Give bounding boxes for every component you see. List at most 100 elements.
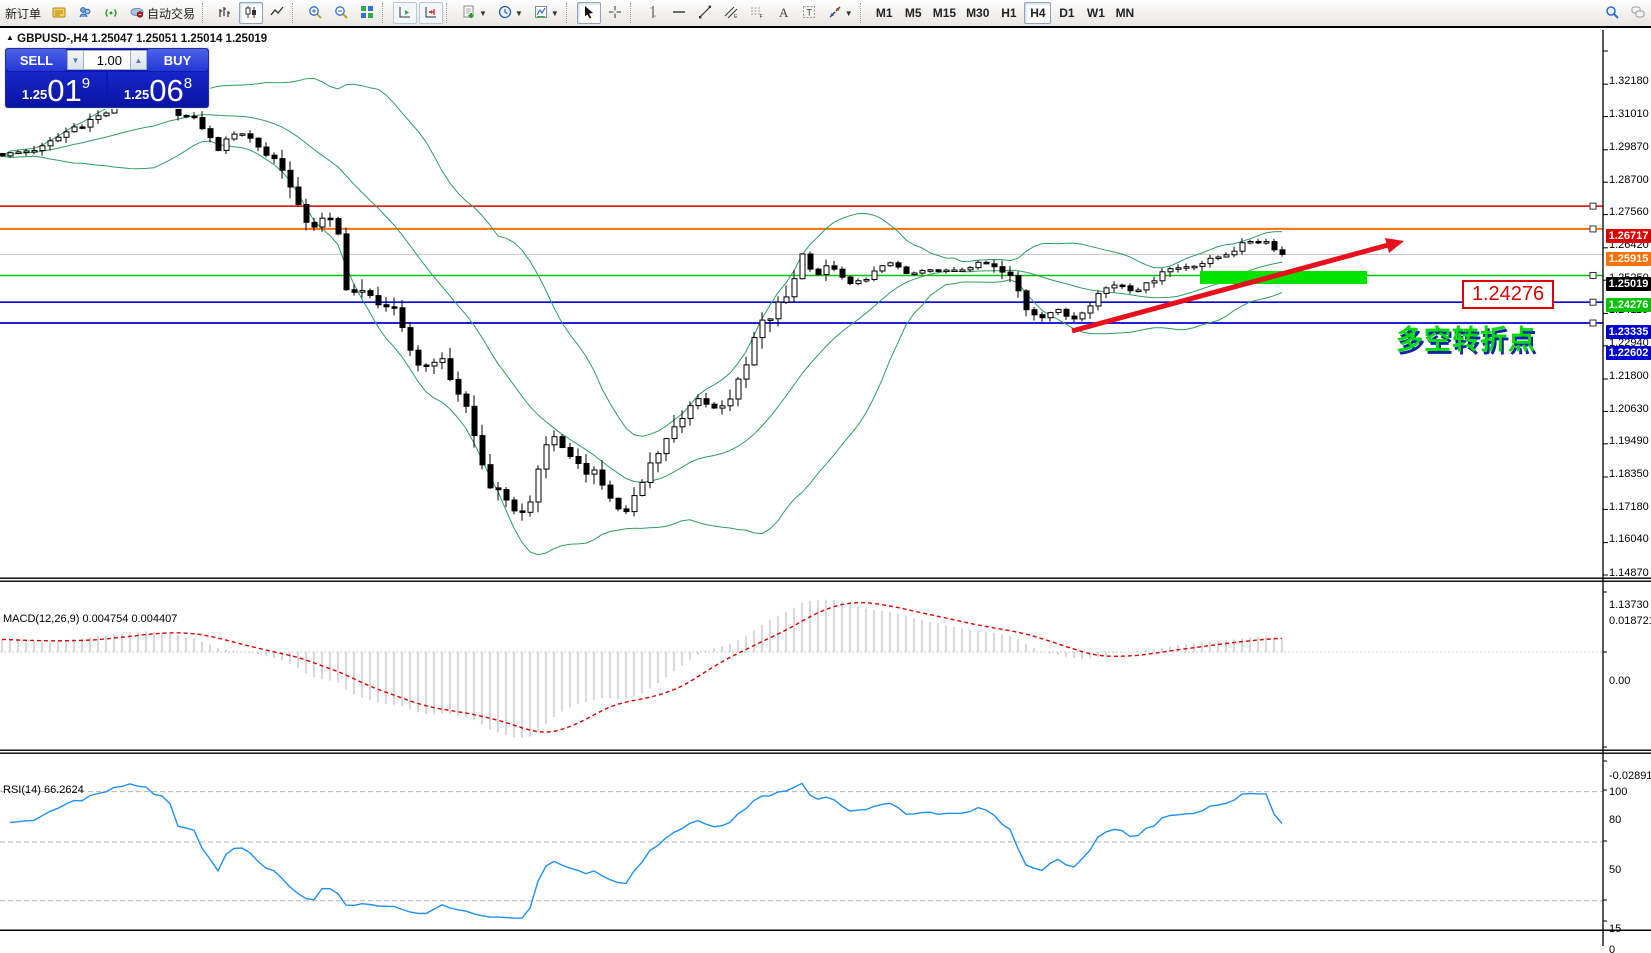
price-tick: 1.29870 [1609,141,1649,153]
svg-text:F: F [759,14,763,20]
timeframe-m30[interactable]: M30 [962,2,993,24]
macd-scale-top: 0.018721 [1609,615,1651,627]
signals-icon[interactable] [99,2,123,24]
fibonacci-button[interactable]: F [745,2,769,24]
turning-point-annotation[interactable]: 多空转折点 [1396,318,1536,357]
collapse-triangle-icon[interactable]: ▲ [6,33,14,42]
timeframe-mn[interactable]: MN [1111,2,1138,24]
line-handle [1590,299,1596,305]
trend-arrow-line[interactable] [1072,245,1390,332]
rsi-line [10,783,1282,918]
auto-trading-button[interactable]: 自动交易 [125,2,199,24]
price-level-badge: 1.25915 [1606,252,1651,266]
volume-increase-button[interactable]: ▲ [130,50,147,70]
periods-button[interactable]: ▼ [493,2,527,24]
bar-chart-button[interactable] [213,2,237,24]
timeframe-h4[interactable]: H4 [1024,2,1051,24]
price-tick: 1.28700 [1609,174,1649,186]
price-tick: 1.32180 [1609,75,1649,87]
timeframe-d1[interactable]: D1 [1053,2,1080,24]
search-button[interactable] [1600,2,1624,24]
rsi-scale-tick: 15 [1609,923,1621,935]
chart-profile-icon[interactable] [47,2,71,24]
dropdown-caret-icon[interactable]: ▼ [551,9,559,18]
dropdown-caret-icon[interactable]: ▼ [515,9,523,18]
timeframe-mn-label: MN [1116,6,1135,20]
cursor-button[interactable] [577,2,601,24]
line-chart-icon [269,4,285,23]
text-button[interactable]: A [771,2,795,24]
buy-price-main: 06 [149,77,183,105]
timeframe-m1[interactable]: M1 [871,2,898,24]
signals-icon-icon [103,4,119,23]
chart-shift-button[interactable] [419,2,443,24]
text-label-button[interactable]: T [797,2,821,24]
macd-scale-zero: 0.00 [1609,675,1630,687]
timeframe-m15-label: M15 [933,6,956,20]
line-chart-button[interactable] [265,2,289,24]
zoom-out-button[interactable] [329,2,353,24]
chat-button[interactable] [1626,2,1650,24]
cursor-icon [581,4,597,23]
dropdown-caret-icon[interactable]: ▼ [479,9,487,18]
bollinger-upper-band [2,78,1282,436]
timeframe-m5-label: M5 [905,6,922,20]
fibonacci-icon: F [749,4,765,23]
auto-trading-icon [129,4,145,23]
chart-area[interactable]: ▲ GBPUSD-,H4 1.25047 1.25051 1.25014 1.2… [0,30,1651,953]
zoom-in-button[interactable] [303,2,327,24]
arrows-button[interactable]: ▼ [823,2,857,24]
candlestick-chart-button[interactable] [239,2,263,24]
periods-icon [497,4,513,23]
dropdown-caret-icon[interactable]: ▼ [845,9,853,18]
sell-price-main: 01 [47,77,81,105]
arrows-icon [827,4,843,23]
price-tick: 1.16040 [1609,533,1649,545]
buy-price[interactable]: 1.25 06 8 [108,72,208,107]
chart-plot[interactable] [0,30,1651,953]
trendline-icon [697,4,713,23]
buy-button[interactable]: BUY [147,49,208,71]
accounts-icon[interactable] [73,2,97,24]
line-handle [1590,272,1596,278]
sell-price[interactable]: 1.25 01 9 [6,72,106,107]
buy-price-prefix: 1.25 [124,87,149,102]
timeframe-h4-label: H4 [1030,6,1045,20]
timeframe-h1[interactable]: H1 [995,2,1022,24]
templates-button[interactable]: ▼ [529,2,563,24]
timeframe-m5[interactable]: M5 [900,2,927,24]
indicators-list-icon [461,4,477,23]
price-callout-label[interactable]: 1.24276 [1462,280,1554,309]
tile-windows-icon [359,4,375,23]
search-icon [1604,4,1620,23]
line-handle [1590,320,1596,326]
new-order-button[interactable]: 新订单 [1,2,45,24]
toolbar-separator [382,3,390,23]
macd-scale-bottom: -0.028913 [1609,770,1651,782]
vertical-line-button[interactable] [641,2,665,24]
accounts-icon-icon [77,4,93,23]
horizontal-line-button[interactable] [667,2,691,24]
sell-price-pip: 9 [82,75,90,92]
toolbar-separator [860,3,868,23]
toolbar-separator [630,3,638,23]
timeframe-w1[interactable]: W1 [1082,2,1109,24]
line-handle [1590,203,1596,209]
volume-decrease-button[interactable]: ▼ [67,50,84,70]
chart-title: ▲ GBPUSD-,H4 1.25047 1.25051 1.25014 1.2… [6,33,267,45]
tile-windows-button[interactable] [355,2,379,24]
volume-stepper: ▼ 1.00 ▲ [67,49,147,71]
sell-button[interactable]: SELL [6,49,67,71]
timeframe-m15[interactable]: M15 [929,2,960,24]
indicators-list-button[interactable]: ▼ [457,2,491,24]
equidistant-channel-button[interactable]: E [719,2,743,24]
crosshair-button[interactable] [603,2,627,24]
chart-canvas[interactable] [0,30,1651,953]
price-tick: 1.19490 [1609,435,1649,447]
auto-scroll-button[interactable] [393,2,417,24]
sell-price-prefix: 1.25 [22,87,47,102]
trendline-button[interactable] [693,2,717,24]
vertical-line-icon [645,4,661,23]
macd-indicator-label: MACD(12,26,9) 0.004754 0.004407 [3,613,177,625]
volume-input[interactable]: 1.00 [84,50,130,70]
